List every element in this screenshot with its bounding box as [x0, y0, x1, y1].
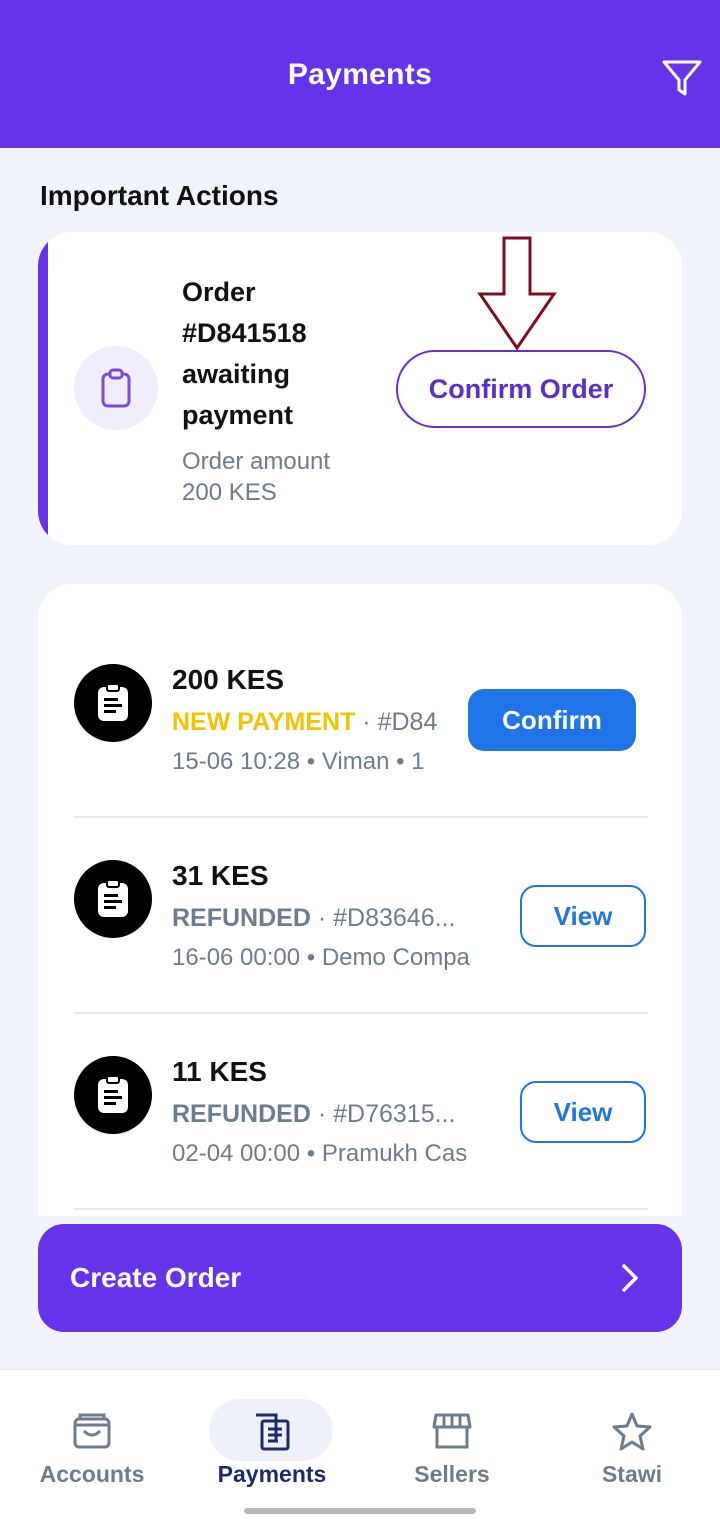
transaction-amount: 31 KES	[172, 860, 269, 891]
section-title-important-actions: Important Actions	[40, 180, 279, 211]
app-header: Payments	[0, 0, 720, 148]
receipt-icon	[74, 1056, 152, 1134]
divider	[74, 816, 648, 818]
nav-label: Stawi	[601, 1461, 663, 1487]
status-badge: REFUNDED	[172, 1100, 311, 1128]
divider	[74, 1208, 648, 1210]
create-order-button[interactable]: Create Order	[38, 1224, 682, 1332]
transaction-meta: 15-06 10:28 • Viman • 1	[172, 748, 425, 775]
order-amount-label: Order amount	[182, 448, 331, 475]
receipt-icon	[74, 664, 152, 742]
transaction-meta: 02-04 00:00 • Pramukh Cas	[172, 1140, 468, 1167]
nav-label: Payments	[217, 1461, 327, 1487]
divider	[74, 1012, 648, 1014]
nav-item-accounts[interactable]: Accounts	[2, 1369, 182, 1499]
receipt-icon	[74, 860, 152, 938]
important-action-card: Order #D841518 awaiting payment Order am…	[38, 232, 682, 545]
order-amount-value: 200 KES	[182, 479, 277, 506]
transaction-ref: · #D76315...	[310, 1100, 456, 1128]
transaction-row[interactable]: 200 KES NEW PAYMENT · #D84 15-06 10:28 •…	[74, 584, 648, 818]
view-button[interactable]: View	[520, 1081, 646, 1143]
wallet-icon	[73, 1413, 111, 1449]
transaction-ref: · #D84	[355, 708, 438, 736]
nav-label: Accounts	[39, 1461, 145, 1487]
transaction-ref: · #D83646...	[310, 904, 456, 932]
annotation-arrow-icon	[477, 236, 557, 351]
card-accent-bar	[38, 232, 48, 545]
view-button[interactable]: View	[520, 885, 646, 947]
transaction-row[interactable]: 11 KES REFUNDED · #D76315... 02-04 00:00…	[74, 976, 648, 1172]
status-badge: NEW PAYMENT	[172, 708, 356, 736]
transaction-amount: 11 KES	[172, 1056, 267, 1087]
nav-item-payments[interactable]: Payments	[182, 1369, 362, 1499]
confirm-order-button[interactable]: Confirm Order	[396, 350, 646, 428]
create-order-label: Create Order	[70, 1262, 242, 1293]
chevron-right-icon	[622, 1264, 638, 1292]
clipboard-icon	[74, 346, 158, 430]
page-title: Payments	[287, 58, 433, 91]
transactions-list: 200 KES NEW PAYMENT · #D84 15-06 10:28 •…	[38, 584, 682, 1216]
home-indicator	[244, 1508, 476, 1514]
action-title: Order #D841518 awaiting payment	[182, 277, 307, 430]
transaction-row[interactable]: 31 KES REFUNDED · #D83646... 16-06 00:00…	[74, 780, 648, 976]
transaction-amount: 200 KES	[172, 664, 285, 695]
status-badge: REFUNDED	[172, 904, 311, 932]
nav-item-stawi[interactable]: Stawi	[542, 1369, 720, 1499]
receipt-icon	[256, 1413, 290, 1451]
confirm-button[interactable]: Confirm	[468, 689, 636, 751]
filter-icon[interactable]	[660, 56, 704, 100]
transaction-meta: 16-06 00:00 • Demo Compa	[172, 944, 470, 971]
nav-label: Sellers	[414, 1461, 490, 1487]
nav-item-sellers[interactable]: Sellers	[362, 1369, 542, 1499]
store-icon	[432, 1413, 472, 1449]
star-icon	[612, 1412, 652, 1451]
